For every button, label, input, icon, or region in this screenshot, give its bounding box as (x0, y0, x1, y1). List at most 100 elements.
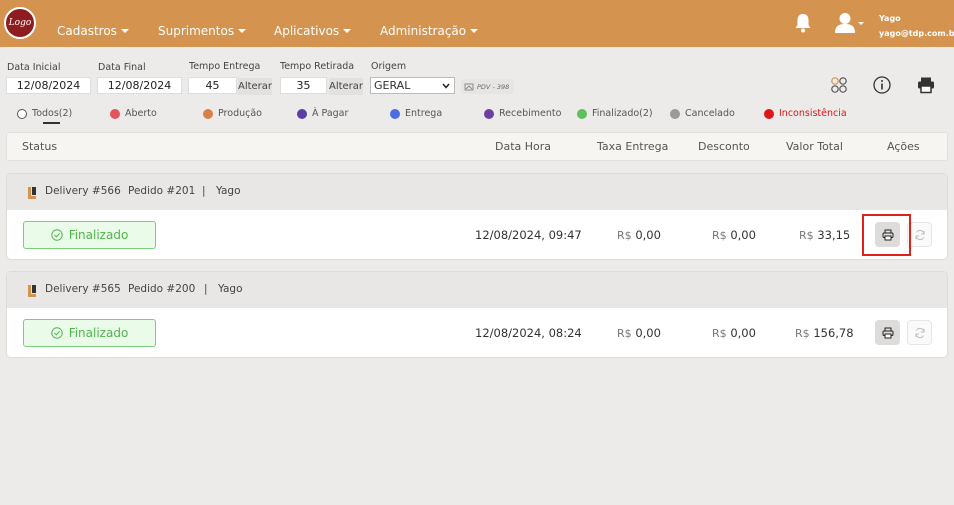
tempo-entrega-input[interactable]: 45 (188, 77, 237, 94)
menu-label: Cadastros (57, 24, 117, 38)
order-taxa: R$ 0,00 (617, 228, 661, 242)
bell-icon[interactable] (794, 13, 812, 33)
user-email: yago@tdp.com.br (879, 29, 954, 38)
legend-label: Entrega (405, 108, 443, 119)
highlight-box (862, 214, 911, 256)
column-desconto: Desconto (698, 140, 750, 153)
chevron-down-icon (238, 29, 247, 33)
legend-inconsistencia[interactable]: Inconsistência (764, 108, 847, 119)
origem-value: GERAL (374, 79, 411, 92)
refresh-icon (915, 327, 924, 338)
info-icon[interactable] (873, 76, 891, 94)
chevron-down-icon (442, 83, 450, 89)
data-final-label: Data Final (98, 62, 146, 73)
legend-label: Aberto (125, 108, 157, 119)
active-filter-indicator (43, 122, 60, 124)
legend-producao[interactable]: Produção (203, 108, 262, 119)
legend-label: Finalizado(2) (592, 108, 653, 119)
data-inicial-label: Data Inicial (7, 62, 61, 73)
order-card-header: Delivery #566 Pedido #201 | Yago (7, 174, 947, 210)
data-final-input[interactable]: 12/08/2024 (97, 77, 182, 94)
legend-cancelado[interactable]: Cancelado (670, 108, 735, 119)
legend-label: Recebimento (499, 108, 562, 119)
status-label: Finalizado (68, 228, 129, 242)
legend-recebimento[interactable]: Recebimento (484, 108, 561, 119)
grid-icon[interactable] (830, 76, 848, 94)
menu-cadastros[interactable]: Cadastros (57, 24, 129, 38)
separator: | (204, 283, 208, 295)
print-icon (882, 327, 893, 338)
order-card: Delivery #566 Pedido #201 | Yago Finaliz… (6, 173, 948, 260)
menu-label: Suprimentos (158, 24, 235, 38)
menu-label: Administração (380, 24, 467, 38)
legend-label: Produção (218, 108, 262, 119)
order-card-header: Delivery #565 Pedido #200 | Yago (7, 272, 947, 308)
legend-a-pagar[interactable]: À Pagar (297, 108, 348, 119)
print-icon[interactable] (917, 76, 935, 94)
tempo-entrega-label: Tempo Entrega (189, 61, 261, 72)
status-dot (670, 108, 680, 119)
data-inicial-input[interactable]: 12/08/2024 (6, 77, 91, 94)
status-dot (577, 108, 587, 119)
status-dot (297, 108, 307, 119)
status-dot (764, 108, 774, 119)
column-status: Status (22, 140, 58, 153)
order-total: R$ 33,15 (799, 228, 851, 242)
order-taxa: R$ 0,00 (617, 326, 661, 340)
alterar-entrega-button[interactable]: Alterar (238, 78, 272, 95)
pdv-chip[interactable]: PDV - 398 (461, 79, 514, 94)
separator: | (202, 185, 206, 197)
pdv-icon (464, 83, 474, 90)
company-logo[interactable]: Logo (4, 7, 36, 39)
status-dot (203, 108, 213, 119)
order-user: Yago (218, 283, 243, 295)
pdv-label: PDV - 398 (477, 82, 510, 91)
legend-entrega[interactable]: Entrega (390, 108, 442, 119)
delivery-number: Delivery #565 (45, 283, 121, 295)
order-datetime: 12/08/2024, 08:24 (475, 326, 582, 340)
menu-administracao[interactable]: Administração (380, 24, 479, 38)
channel-logo-icon (28, 285, 36, 297)
check-circle-icon (50, 229, 63, 241)
column-acoes: Ações (887, 140, 920, 153)
legend-label: Cancelado (685, 108, 735, 119)
refresh-icon (915, 229, 924, 240)
delivery-number: Delivery #566 (45, 185, 121, 197)
status-badge: Finalizado (23, 221, 156, 249)
status-dot (484, 108, 494, 119)
menu-suprimentos[interactable]: Suprimentos (158, 24, 247, 38)
legend-label: À Pagar (312, 108, 349, 119)
menu-aplicativos[interactable]: Aplicativos (274, 24, 352, 38)
legend-finalizado[interactable]: Finalizado(2) (577, 108, 653, 119)
refresh-order-button[interactable] (907, 320, 932, 345)
pedido-number: Pedido #201 (128, 185, 196, 197)
order-desconto: R$ 0,00 (712, 326, 756, 340)
column-taxa-entrega: Taxa Entrega (597, 140, 669, 153)
column-valor-total: Valor Total (786, 140, 843, 153)
order-total: R$ 156,78 (795, 326, 854, 340)
user-name: Yago (879, 14, 901, 23)
chevron-down-icon (470, 29, 479, 33)
status-dot (110, 108, 120, 119)
top-navbar: Logo Cadastros Suprimentos Aplicativos A… (0, 0, 954, 47)
legend-label: Todos(2) (32, 108, 73, 119)
column-data-hora: Data Hora (495, 140, 552, 153)
legend-aberto[interactable]: Aberto (110, 108, 157, 119)
status-dot (390, 108, 400, 119)
status-badge: Finalizado (23, 319, 156, 347)
status-label: Finalizado (68, 326, 129, 340)
legend-label: Inconsistência (779, 108, 847, 119)
chevron-down-icon (343, 29, 352, 33)
check-circle-icon (50, 327, 63, 339)
user-icon[interactable] (835, 12, 865, 34)
tempo-retirada-label: Tempo Retirada (280, 61, 355, 72)
origem-select[interactable]: GERAL (370, 77, 455, 94)
legend-todos[interactable]: Todos(2) (17, 108, 72, 119)
order-user: Yago (216, 185, 241, 197)
menu-label: Aplicativos (274, 24, 340, 38)
alterar-retirada-button[interactable]: Alterar (329, 78, 363, 95)
print-order-button[interactable] (875, 320, 900, 345)
origem-label: Origem (371, 61, 407, 72)
circle-icon (17, 108, 27, 119)
tempo-retirada-input[interactable]: 35 (280, 77, 327, 94)
